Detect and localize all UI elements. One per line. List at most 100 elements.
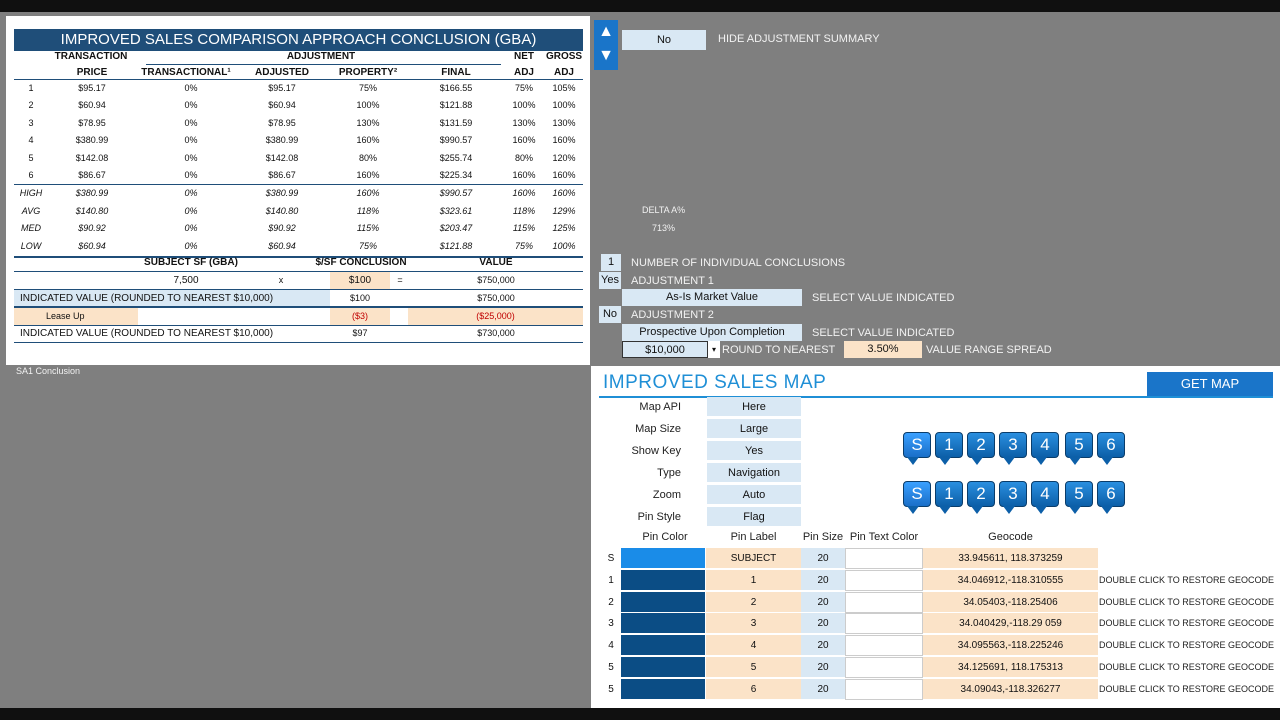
table-cell-final: $990.57 — [439, 135, 473, 146]
map-setting-label: Map API — [639, 401, 681, 413]
table-cell-trans: 0% — [184, 100, 198, 111]
stat-cell-property: 75% — [358, 240, 377, 251]
pin-size-cell[interactable]: 20 — [801, 635, 845, 657]
subject-pin-icon: S — [903, 432, 931, 465]
pin-label-cell[interactable]: 5 — [706, 657, 801, 678]
lease-up-label[interactable]: Lease Up — [14, 308, 138, 325]
pin-text-color-cell[interactable] — [845, 548, 923, 569]
header-gross: GROSS — [545, 51, 583, 62]
map-setting-value[interactable]: Yes — [707, 441, 801, 461]
pin-text-color-cell[interactable] — [845, 591, 923, 613]
pin-label-cell[interactable]: 6 — [706, 678, 801, 700]
pin-color-swatch[interactable] — [621, 548, 705, 569]
scroll-arrows[interactable]: ▲ ▼ — [594, 20, 618, 70]
subject-sf[interactable]: 7,500 — [146, 272, 226, 289]
pin-text-color-cell[interactable] — [845, 657, 923, 678]
restore-geocode-link[interactable]: DOUBLE CLICK TO RESTORE GEOCODE — [1099, 618, 1274, 628]
geocode-cell[interactable]: 34.09043,-118.326277 — [923, 678, 1098, 700]
dropdown-arrow-icon[interactable]: ▾ — [708, 341, 720, 358]
up-arrow-icon[interactable]: ▲ — [594, 20, 618, 44]
round-to-nearest-select[interactable]: $10,000 — [622, 341, 708, 358]
pin-label-cell[interactable]: 3 — [706, 613, 801, 635]
pin-label-cell[interactable]: 4 — [706, 635, 801, 657]
table-cell-adjusted: $142.08 — [265, 152, 299, 163]
map-setting-value[interactable]: Auto — [707, 485, 801, 505]
restore-geocode-link[interactable]: DOUBLE CLICK TO RESTORE GEOCODE — [1099, 684, 1274, 694]
pin-size-cell[interactable]: 20 — [801, 548, 845, 569]
pin-size-cell[interactable]: 20 — [801, 657, 845, 678]
pin-color-swatch[interactable] — [621, 613, 705, 635]
pin-size-cell[interactable]: 20 — [801, 678, 845, 700]
header-adj: ADJ — [513, 67, 534, 78]
adjustment2-select[interactable]: Prospective Upon Completion — [622, 324, 802, 341]
table-cell-trans: 0% — [184, 152, 198, 163]
geocode-cell[interactable]: 34.05403,-118.25406 — [923, 591, 1098, 613]
psf-input[interactable]: $100 — [330, 272, 390, 289]
pin-label-cell[interactable]: SUBJECT — [706, 548, 801, 569]
table-cell-adjusted: $95.17 — [268, 83, 296, 93]
pin-4-icon: 4 — [1031, 432, 1059, 465]
stat-cell-trans: 0% — [184, 240, 198, 251]
map-setting-label: Pin Style — [637, 511, 681, 523]
pin-color-swatch[interactable] — [621, 591, 705, 613]
geocode-cell[interactable]: 34.046912,-118.310555 — [923, 569, 1098, 591]
get-map-button[interactable]: GET MAP — [1147, 372, 1273, 396]
map-setting-label: Zoom — [652, 489, 681, 501]
pin-size-cell[interactable]: 20 — [801, 591, 845, 613]
restore-geocode-link[interactable]: DOUBLE CLICK TO RESTORE GEOCODE — [1099, 597, 1274, 607]
hide-summary-select[interactable]: No — [622, 30, 706, 50]
sheet-tab[interactable]: SA1 Conclusion — [16, 366, 80, 376]
pin-color-swatch[interactable] — [621, 678, 705, 700]
pin-color-swatch[interactable] — [621, 635, 705, 657]
geocode-cell[interactable]: 34.125691, 118.175313 — [923, 657, 1098, 678]
adjustment1-select[interactable]: As-Is Market Value — [622, 289, 802, 306]
num-conclusions-input[interactable]: 1 — [601, 254, 621, 271]
value-range-spread-label: VALUE RANGE SPREAD — [926, 344, 1052, 356]
pin-size-cell[interactable]: 20 — [801, 569, 845, 591]
stat-cell-gross: 100% — [552, 240, 576, 251]
pin-color-swatch[interactable] — [621, 657, 705, 678]
pin-row-id: 3 — [601, 613, 621, 635]
pin-text-color-cell[interactable] — [845, 635, 923, 657]
pin-text-color-cell[interactable] — [845, 613, 923, 635]
stat-cell-net: 75% — [514, 240, 533, 251]
down-arrow-icon[interactable]: ▼ — [594, 44, 618, 68]
table-cell-final: $166.55 — [439, 83, 473, 93]
table-cell-net: 100% — [512, 100, 536, 111]
value-range-spread-input[interactable]: 3.50% — [844, 341, 922, 358]
round-to-nearest-label: ROUND TO NEAREST — [722, 344, 836, 356]
pin-label-cell[interactable]: 1 — [706, 569, 801, 591]
table-cell-gross: 130% — [552, 117, 576, 128]
lease-up-psf[interactable]: ($3) — [330, 308, 390, 325]
lease-up-value[interactable]: ($25,000) — [408, 308, 583, 325]
map-setting-value[interactable]: Large — [707, 419, 801, 439]
geocode-cell[interactable]: 33.945611, 118.373259 — [923, 548, 1098, 569]
pin-label-header: Pin Label — [730, 531, 777, 543]
pin-size-header: Pin Size — [802, 531, 844, 543]
pin-text-color-cell[interactable] — [845, 678, 923, 700]
adjustment1-flag[interactable]: Yes — [599, 272, 621, 289]
pin-color-swatch[interactable] — [621, 569, 705, 591]
header-transactional: TRANSACTIONAL¹ — [141, 67, 231, 78]
pin-text-color-cell[interactable] — [845, 569, 923, 591]
stat-cell-property: 118% — [356, 205, 380, 216]
restore-geocode-link[interactable]: DOUBLE CLICK TO RESTORE GEOCODE — [1099, 575, 1274, 585]
map-setting-value[interactable]: Flag — [707, 507, 801, 527]
stat-cell-trans: 0% — [184, 205, 198, 216]
table-cell-net: 80% — [514, 152, 533, 163]
stat-cell-adjusted: $380.99 — [265, 188, 299, 198]
map-setting-value[interactable]: Navigation — [707, 463, 801, 483]
restore-geocode-link[interactable]: DOUBLE CLICK TO RESTORE GEOCODE — [1099, 662, 1274, 672]
map-setting-value[interactable]: Here — [707, 397, 801, 417]
geocode-cell[interactable]: 34.095563,-118.225246 — [923, 635, 1098, 657]
table-cell-property: 75% — [358, 83, 377, 93]
restore-geocode-link[interactable]: DOUBLE CLICK TO RESTORE GEOCODE — [1099, 640, 1274, 650]
indicated-psf: $100 — [349, 293, 371, 303]
geocode-cell[interactable]: 34.040429,-118.29 059 — [923, 613, 1098, 635]
pin-4-icon: 4 — [1031, 481, 1059, 514]
adjustment2-flag[interactable]: No — [599, 306, 621, 323]
pin-size-cell[interactable]: 20 — [801, 613, 845, 635]
stat-cell-price: $60.94 — [78, 240, 106, 251]
adjustment2-label: ADJUSTMENT 2 — [631, 309, 714, 321]
pin-label-cell[interactable]: 2 — [706, 591, 801, 613]
